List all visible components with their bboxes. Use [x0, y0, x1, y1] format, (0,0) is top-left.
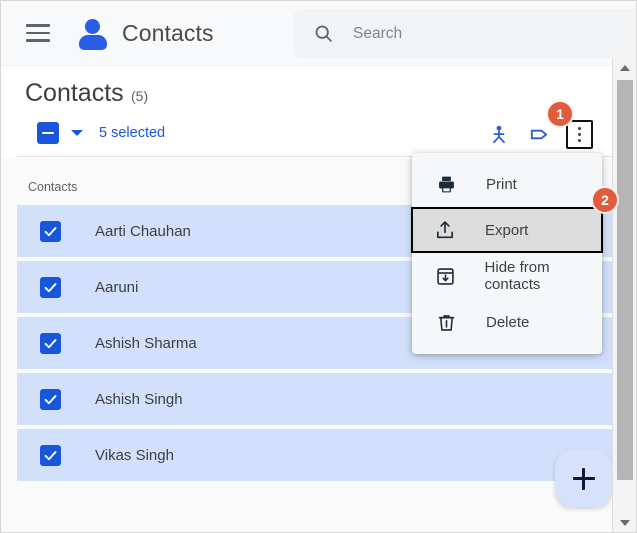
scroll-up-arrow-icon[interactable]	[613, 58, 636, 77]
row-checkbox[interactable]	[40, 276, 61, 298]
list-section-header: Contacts	[28, 180, 78, 194]
step-badge-1: 1	[546, 100, 574, 128]
hamburger-icon[interactable]	[26, 24, 50, 42]
menu-item-label: Export	[485, 221, 529, 239]
page-header: Contacts (5) 5 selected	[1, 66, 613, 158]
contacts-app-window: Contacts Search Contacts (5) 5 selected	[0, 0, 637, 533]
page-title: Contacts	[25, 79, 124, 107]
export-upload-icon	[433, 218, 457, 242]
kebab-dot	[577, 132, 582, 137]
contact-name: Ashish Sharma	[95, 334, 197, 352]
triangle-down	[620, 519, 630, 526]
triangle-up	[620, 64, 630, 71]
table-row[interactable]: Vikas Singh	[17, 429, 613, 481]
more-options-icon[interactable]	[566, 120, 593, 149]
table-row[interactable]: Ashish Singh	[17, 373, 613, 425]
top-app-bar: Contacts Search	[1, 1, 636, 66]
indeterminate-dash	[42, 131, 54, 135]
create-contact-fab[interactable]	[555, 450, 612, 507]
app-title: Contacts	[122, 19, 214, 46]
plus-icon-vertical	[582, 467, 585, 490]
kebab-dot	[577, 138, 582, 143]
search-icon	[313, 23, 334, 44]
selection-toolbar	[486, 120, 593, 149]
menu-item-export[interactable]: Export	[411, 207, 603, 253]
contact-name: Vikas Singh	[95, 446, 174, 464]
selection-controls: 5 selected	[37, 122, 165, 144]
row-checkbox[interactable]	[40, 220, 61, 242]
contact-name: Aarti Chauhan	[95, 222, 191, 240]
printer-icon	[434, 172, 458, 196]
app-brand[interactable]: Contacts	[76, 16, 214, 50]
hide-archive-icon	[434, 264, 457, 288]
contact-name: Ashish Singh	[95, 390, 183, 408]
menu-item-label: Delete	[486, 313, 530, 331]
vertical-scrollbar[interactable]	[612, 58, 636, 532]
merge-contacts-icon[interactable]	[486, 122, 512, 148]
selected-count-label: 5 selected	[99, 125, 166, 141]
row-checkbox[interactable]	[40, 388, 61, 410]
menu-item-label: Print	[486, 175, 517, 193]
row-checkbox[interactable]	[40, 332, 61, 354]
contacts-count: (5)	[131, 88, 149, 104]
step-badge-2: 2	[591, 186, 619, 214]
search-input[interactable]: Search	[353, 25, 402, 43]
menu-item-print[interactable]: Print	[412, 161, 602, 207]
scroll-down-arrow-icon[interactable]	[613, 513, 636, 532]
person-head-shape	[85, 19, 100, 34]
hamburger-line	[26, 39, 50, 42]
search-bar[interactable]: Search	[294, 9, 636, 58]
kebab-dot	[577, 126, 582, 131]
select-all-checkbox[interactable]	[37, 122, 59, 144]
menu-item-delete[interactable]: Delete	[412, 299, 602, 345]
contact-name: Aaruni	[95, 278, 139, 296]
label-tag-icon[interactable]	[526, 122, 552, 148]
hamburger-line	[26, 31, 50, 35]
menu-item-hide-from-contacts[interactable]: Hide from contacts	[412, 253, 602, 299]
row-checkbox[interactable]	[40, 444, 61, 466]
chevron-down-icon[interactable]	[71, 130, 83, 136]
trash-icon	[434, 310, 458, 334]
menu-item-label: Hide from contacts	[484, 259, 550, 293]
scrollbar-thumb[interactable]	[617, 80, 633, 480]
person-body-shape	[78, 35, 107, 50]
contacts-person-icon	[76, 16, 110, 50]
hamburger-line	[26, 24, 50, 27]
more-options-menu: Print Export Hide from contacts Delete	[411, 153, 603, 354]
